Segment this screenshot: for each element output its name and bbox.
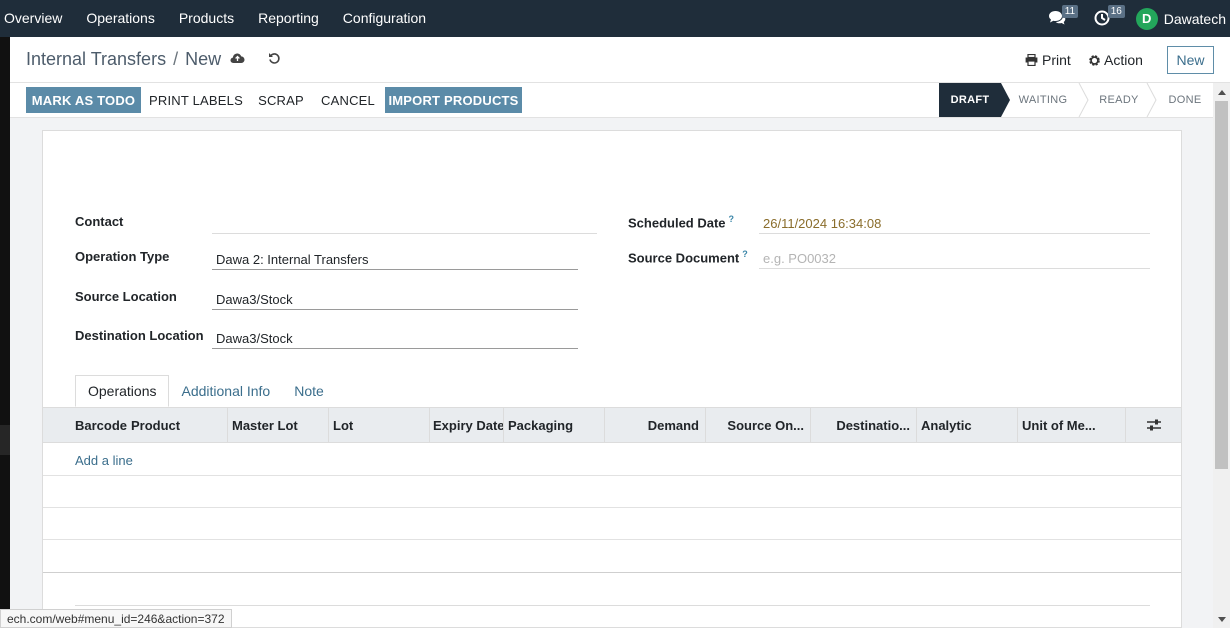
main-menu: Overview Operations Products Reporting C… [0, 0, 438, 37]
stage-arrows [1001, 83, 1157, 117]
col-source-on[interactable]: Source On... [706, 408, 811, 442]
messages-button[interactable]: 11 [1044, 0, 1079, 37]
col-product[interactable]: Product [127, 408, 228, 442]
menu-overview[interactable]: Overview [0, 0, 74, 37]
cancel-button[interactable]: CANCEL [316, 87, 380, 113]
systray: 11 16 D Dawatech [1044, 0, 1230, 37]
source-document-label-text: Source Document [628, 250, 740, 266]
sliders-icon [1146, 419, 1161, 431]
discard-undo-icon[interactable] [268, 52, 281, 68]
form-statusbar: MARK AS TODO PRINT LABELS SCRAP CANCEL I… [10, 83, 1213, 118]
print-label: Print [1042, 52, 1071, 68]
scheduled-date-label: Scheduled Date? [628, 214, 734, 230]
tab-note[interactable]: Note [282, 375, 336, 407]
save-cloud-icon[interactable] [230, 52, 245, 68]
user-name: Dawatech [1163, 10, 1226, 27]
source-document-label: Source Document? [628, 249, 748, 265]
new-button[interactable]: New [1167, 46, 1214, 74]
breadcrumb-separator: / [173, 49, 179, 69]
source-document-help-icon[interactable]: ? [742, 249, 748, 259]
menu-reporting[interactable]: Reporting [246, 0, 331, 37]
scrap-button[interactable]: SCRAP [253, 87, 309, 113]
destination-location-field[interactable]: Dawa3/Stock [212, 327, 578, 349]
contact-field[interactable] [212, 212, 597, 234]
col-unit-of-measure[interactable]: Unit of Me... [1018, 408, 1126, 442]
scheduled-date-help-icon[interactable]: ? [729, 214, 735, 224]
col-barcode[interactable]: Barcode [71, 408, 127, 442]
form-sheet: Contact Operation Type Dawa 2: Internal … [42, 130, 1182, 628]
left-edge-strip [0, 37, 10, 628]
scheduled-date-label-text: Scheduled Date [628, 215, 726, 231]
menu-operations[interactable]: Operations [74, 0, 166, 37]
contact-label: Contact [75, 214, 124, 229]
menu-products[interactable]: Products [167, 0, 246, 37]
breadcrumb-parent[interactable]: Internal Transfers [26, 49, 166, 70]
col-expiry-date[interactable]: Expiry Date [429, 408, 504, 442]
printer-icon [1025, 54, 1038, 66]
user-menu[interactable]: D Dawatech [1135, 7, 1226, 30]
operation-type-label: Operation Type [75, 249, 170, 264]
col-lot[interactable]: Lot [329, 408, 430, 442]
notebook-tabs: Operations Additional Info Note [75, 375, 336, 407]
tab-additional-info[interactable]: Additional Info [169, 375, 282, 407]
print-button[interactable]: Print [1025, 52, 1071, 68]
breadcrumb-current: New [185, 49, 222, 69]
top-navbar: Overview Operations Products Reporting C… [0, 0, 1230, 37]
source-location-field[interactable]: Dawa3/Stock [212, 288, 578, 310]
operations-table-header: Barcode Product Master Lot Lot Expiry Da… [43, 407, 1181, 443]
optional-columns-toggle[interactable] [1126, 408, 1181, 442]
tab-operations[interactable]: Operations [75, 375, 170, 407]
col-master-lot[interactable]: Master Lot [228, 408, 329, 442]
menu-configuration[interactable]: Configuration [331, 0, 438, 37]
action-button[interactable]: Action [1088, 52, 1143, 68]
scroll-down-arrow[interactable] [1213, 612, 1230, 626]
gear-icon [1089, 54, 1100, 66]
scheduled-date-field[interactable]: 26/11/2024 16:34:08 [759, 212, 1150, 234]
activities-button[interactable]: 16 [1090, 0, 1125, 37]
breadcrumb: Internal Transfers / New [26, 49, 221, 70]
print-labels-button[interactable]: PRINT LABELS [147, 87, 245, 113]
source-location-label: Source Location [75, 289, 177, 304]
scrollbar-thumb[interactable] [1215, 101, 1228, 469]
link-status-url: ech.com/web#menu_id=246&action=372 [0, 609, 232, 628]
divider [75, 605, 1150, 606]
col-demand[interactable]: Demand [605, 408, 706, 442]
table-row [43, 443, 1181, 476]
operation-type-field[interactable]: Dawa 2: Internal Transfers [212, 248, 578, 270]
table-row [43, 508, 1181, 540]
col-analytic[interactable]: Analytic [917, 408, 1018, 442]
col-destination[interactable]: Destinatio... [811, 408, 917, 442]
avatar: D [1135, 7, 1158, 30]
scroll-up-arrow[interactable] [1213, 85, 1230, 99]
import-products-button[interactable]: IMPORT PRODUCTS [385, 87, 522, 113]
col-packaging[interactable]: Packaging [504, 408, 605, 442]
table-row [43, 476, 1181, 508]
action-label: Action [1104, 52, 1143, 68]
left-edge-mark [0, 425, 10, 455]
source-document-field[interactable]: e.g. PO0032 [759, 247, 1150, 269]
activities-counter: 16 [1107, 5, 1125, 18]
destination-location-label: Destination Location [75, 328, 204, 343]
table-row [43, 540, 1181, 573]
messages-counter: 11 [1061, 5, 1079, 18]
control-panel: Internal Transfers / New Print Action Ne… [10, 37, 1230, 83]
mark-as-todo-button[interactable]: MARK AS TODO [26, 87, 141, 113]
